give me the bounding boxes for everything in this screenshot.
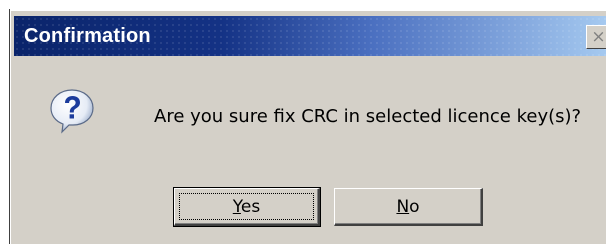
close-button[interactable]: × bbox=[586, 25, 606, 49]
title-bar[interactable]: Confirmation × bbox=[14, 16, 606, 56]
yes-mnemonic: Y bbox=[232, 196, 241, 217]
yes-button-label: Yes bbox=[233, 197, 260, 217]
no-mnemonic: N bbox=[396, 196, 410, 217]
no-button-label: No bbox=[396, 197, 419, 217]
dialog-title: Confirmation bbox=[24, 25, 151, 47]
yes-label-rest: es bbox=[240, 196, 261, 217]
question-icon bbox=[50, 89, 94, 134]
close-icon: × bbox=[591, 27, 606, 47]
confirmation-message: Are you sure fix CRC in selected licence… bbox=[154, 106, 582, 127]
confirmation-dialog: Confirmation × Are you sure fix CRC in s… bbox=[9, 9, 606, 244]
yes-button[interactable]: Yes bbox=[173, 187, 321, 227]
no-button[interactable]: No bbox=[334, 188, 483, 226]
screen: Confirmation × Are you sure fix CRC in s… bbox=[0, 0, 606, 244]
no-label-rest: o bbox=[409, 196, 420, 217]
